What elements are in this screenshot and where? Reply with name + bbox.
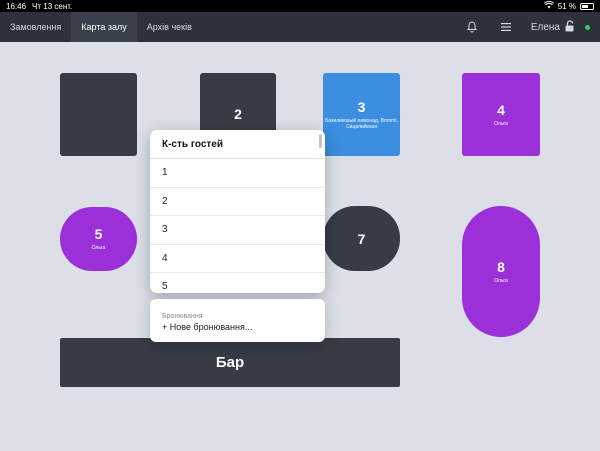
battery-percent: 51 % — [557, 1, 576, 11]
user-menu[interactable]: Елена — [523, 19, 585, 35]
tab-receipts-archive[interactable]: Архів чеків — [137, 12, 202, 42]
table-1[interactable] — [60, 73, 137, 156]
guest-option[interactable]: 1 — [150, 159, 325, 188]
table-order-note: Базиликовый лимонад, Вогоmi, Сицилийская — [325, 117, 398, 131]
table-3[interactable]: 3 Базиликовый лимонад, Вогоmi, Сицилийск… — [323, 73, 400, 156]
bar-label: Бар — [215, 354, 245, 371]
table-waiter: Ольга — [494, 277, 508, 284]
popover-title: К-сть гостей — [150, 130, 325, 159]
tab-hall-map[interactable]: Карта залу — [71, 12, 137, 42]
table-number: 5 — [94, 226, 103, 243]
table-number: 8 — [497, 258, 505, 275]
status-bar: 16:46 Чт 13 сент. 51 % — [0, 0, 600, 12]
table-number: 4 — [497, 101, 505, 118]
user-name: Елена — [530, 21, 560, 33]
table-4[interactable]: 4 Ольга — [462, 73, 540, 156]
table-5[interactable]: 5 Ольга — [60, 207, 137, 271]
new-booking-button[interactable]: + Нове бронювання... — [162, 322, 313, 332]
popover-scrollbar[interactable] — [319, 134, 322, 148]
table-waiter: Ольга — [494, 120, 508, 127]
online-status-dot — [585, 24, 590, 30]
table-number: 2 — [234, 106, 242, 122]
status-time: 16:46 — [6, 1, 27, 11]
bookings-label: Бронювання — [162, 313, 203, 320]
table-waiter: Ольга — [91, 245, 106, 252]
guests-count-popover: К-сть гостей 1 2 3 4 5 — [150, 130, 325, 293]
guest-option[interactable]: 3 — [150, 216, 325, 245]
table-number: 3 — [357, 98, 366, 115]
battery-icon — [580, 2, 594, 10]
tab-orders[interactable]: Замовлення — [0, 12, 71, 42]
guest-option[interactable]: 5 — [150, 273, 325, 293]
top-navbar: Замовлення Карта залу Архів чеків Елена — [0, 12, 600, 42]
bell-icon[interactable] — [455, 12, 489, 42]
guest-option[interactable]: 4 — [150, 245, 325, 273]
bar-counter[interactable]: Бар — [60, 338, 400, 387]
guest-option[interactable]: 2 — [150, 188, 325, 216]
menu-icon[interactable] — [489, 12, 523, 42]
bookings-panel: Бронювання + Нове бронювання... — [150, 299, 325, 342]
status-right: 51 % — [543, 0, 594, 11]
nav-right: Елена — [455, 12, 600, 42]
status-date: Чт 13 сент. — [32, 1, 73, 11]
unlock-icon — [564, 19, 575, 35]
table-number: 7 — [357, 230, 366, 247]
table-7[interactable]: 7 — [323, 206, 400, 271]
table-8[interactable]: 8 Ольга — [462, 206, 540, 337]
wifi-icon — [543, 0, 554, 11]
